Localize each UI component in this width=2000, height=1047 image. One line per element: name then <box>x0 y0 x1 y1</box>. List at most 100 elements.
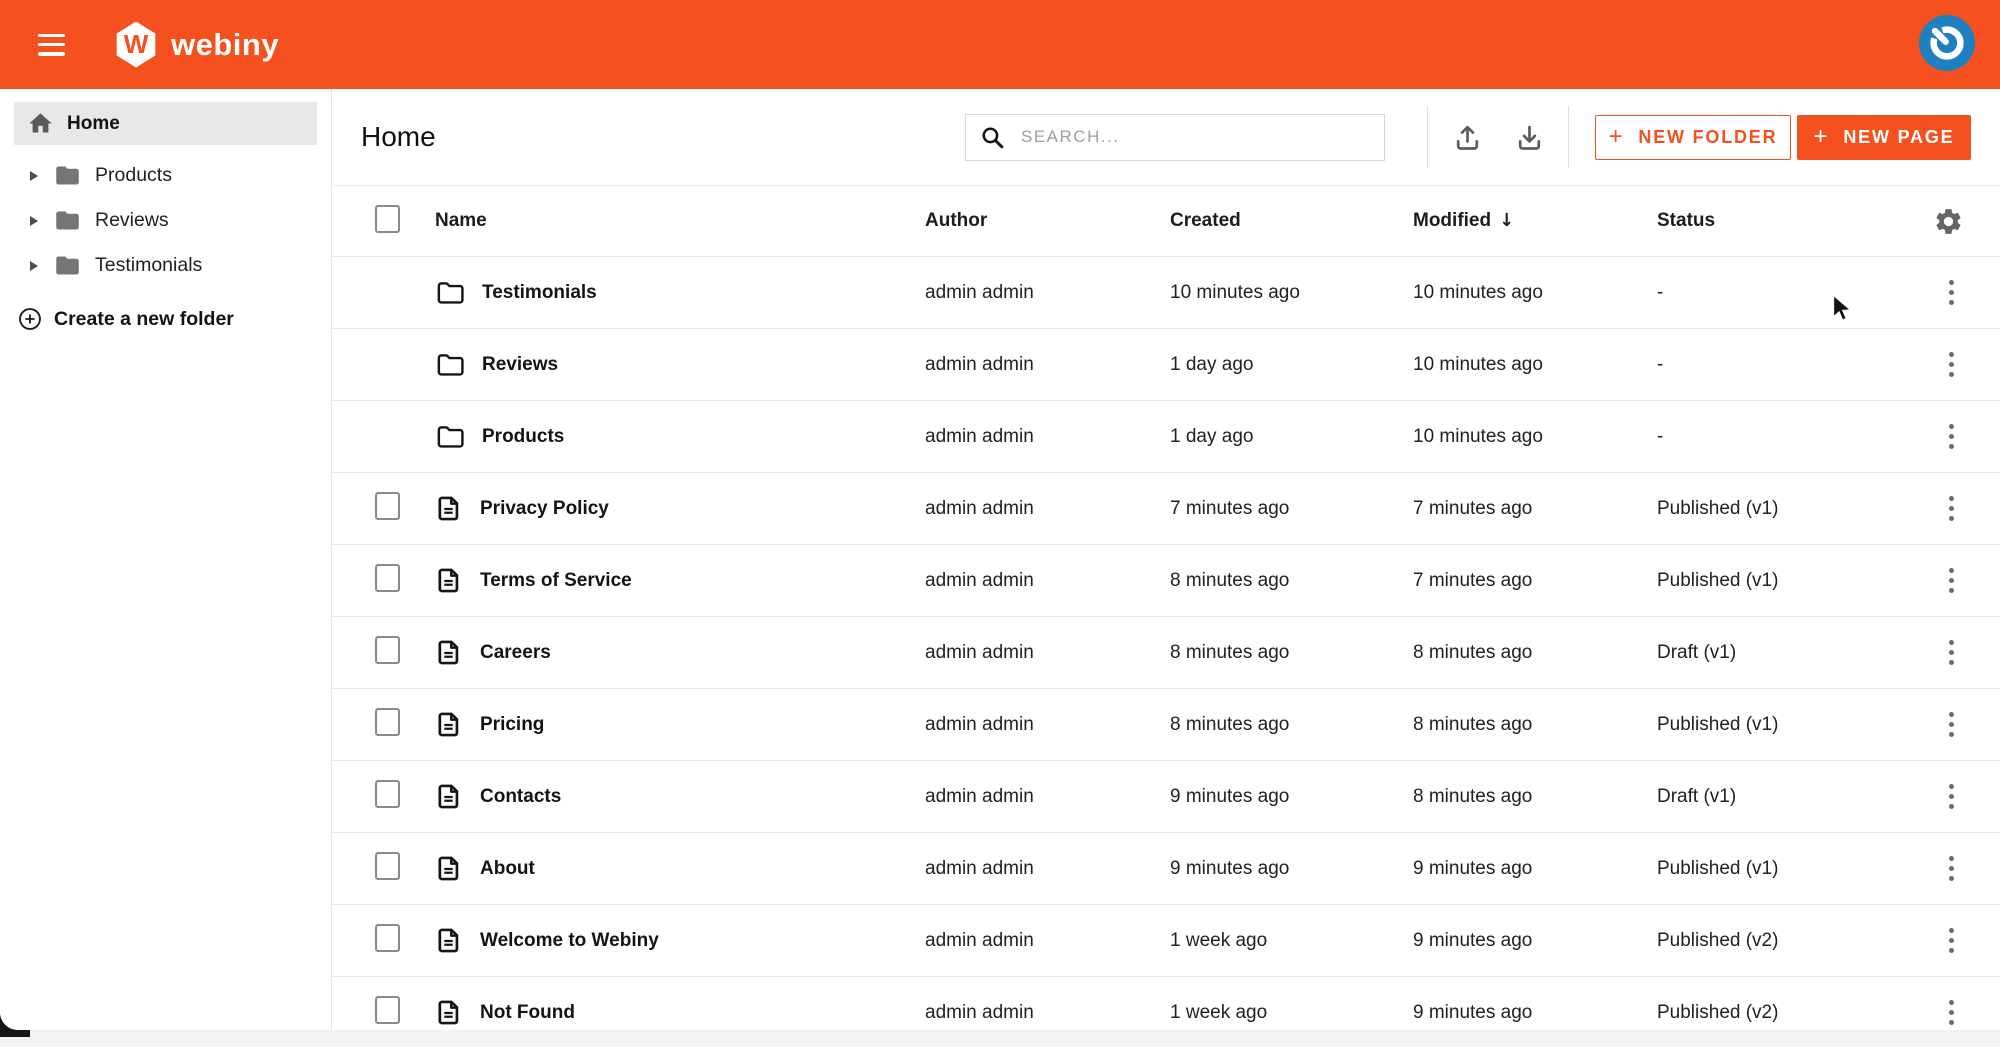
kebab-menu-icon[interactable] <box>1939 706 1965 744</box>
kebab-menu-icon[interactable] <box>1939 490 1965 528</box>
column-header-author[interactable]: Author <box>925 210 1170 232</box>
table-row[interactable]: Reviews admin admin 1 day ago 10 minutes… <box>332 328 2000 400</box>
plus-icon: + <box>1814 123 1830 151</box>
export-button[interactable] <box>1498 106 1560 168</box>
page-icon <box>435 855 462 882</box>
row-created: 8 minutes ago <box>1170 570 1413 592</box>
new-folder-button[interactable]: + NEW FOLDER <box>1595 115 1791 160</box>
row-name[interactable]: Welcome to Webiny <box>480 930 659 952</box>
table-row[interactable]: Testimonials admin admin 10 minutes ago … <box>332 256 2000 328</box>
main-header: Home <box>332 89 2000 186</box>
row-name[interactable]: Terms of Service <box>480 570 632 592</box>
webiny-page-manager: W webiny Home <box>0 0 2000 1047</box>
row-checkbox[interactable] <box>375 780 400 808</box>
header-divider <box>1568 106 1569 168</box>
row-created: 1 day ago <box>1170 354 1413 376</box>
chevron-right-icon[interactable] <box>30 216 38 226</box>
sidebar-folder-item[interactable]: Products <box>0 153 331 198</box>
upload-icon <box>1452 122 1483 153</box>
row-name[interactable]: Privacy Policy <box>480 498 609 520</box>
column-header-created[interactable]: Created <box>1170 210 1413 232</box>
row-modified: 8 minutes ago <box>1413 786 1657 808</box>
folder-filled-icon <box>54 252 81 279</box>
page-icon <box>435 927 462 954</box>
sort-desc-icon: ↓ <box>1499 210 1514 231</box>
table-row[interactable]: Not Found admin admin 1 week ago 9 minut… <box>332 976 2000 1030</box>
row-author: admin admin <box>925 714 1170 736</box>
table-settings-button[interactable] <box>1933 206 1964 237</box>
row-status: Published (v1) <box>1657 858 1899 880</box>
row-checkbox[interactable] <box>375 996 400 1024</box>
chevron-right-icon[interactable] <box>30 171 38 181</box>
kebab-menu-icon[interactable] <box>1939 562 1965 600</box>
menu-icon[interactable] <box>38 34 65 56</box>
row-name[interactable]: Careers <box>480 642 551 664</box>
row-checkbox[interactable] <box>375 852 400 880</box>
user-avatar[interactable] <box>1919 15 1975 71</box>
page-title: Home <box>361 121 436 153</box>
row-status: Published (v2) <box>1657 930 1899 952</box>
row-checkbox[interactable] <box>375 708 400 736</box>
table-row[interactable]: Privacy Policy admin admin 7 minutes ago… <box>332 472 2000 544</box>
row-checkbox[interactable] <box>375 564 400 592</box>
chevron-right-icon[interactable] <box>30 261 38 271</box>
column-header-name[interactable]: Name <box>435 210 925 232</box>
row-name[interactable]: Testimonials <box>482 282 597 304</box>
table-row[interactable]: Terms of Service admin admin 8 minutes a… <box>332 544 2000 616</box>
kebab-menu-icon[interactable] <box>1939 922 1965 960</box>
kebab-menu-icon[interactable] <box>1939 850 1965 888</box>
webiny-logo[interactable]: W webiny <box>115 22 279 68</box>
kebab-menu-icon[interactable] <box>1939 994 1965 1030</box>
table-row[interactable]: Pricing admin admin 8 minutes ago 8 minu… <box>332 688 2000 760</box>
column-header-status[interactable]: Status <box>1657 210 1899 232</box>
row-checkbox[interactable] <box>375 924 400 952</box>
search-input[interactable] <box>1021 127 1370 147</box>
row-created: 9 minutes ago <box>1170 858 1413 880</box>
row-created: 8 minutes ago <box>1170 642 1413 664</box>
table-row[interactable]: Careers admin admin 8 minutes ago 8 minu… <box>332 616 2000 688</box>
row-name[interactable]: Not Found <box>480 1002 575 1024</box>
row-created: 1 week ago <box>1170 1002 1413 1024</box>
row-checkbox[interactable] <box>375 636 400 664</box>
sidebar-folder-item[interactable]: Reviews <box>0 198 331 243</box>
row-status: - <box>1657 282 1899 304</box>
row-name[interactable]: Reviews <box>482 354 558 376</box>
row-created: 9 minutes ago <box>1170 786 1413 808</box>
sidebar-item-home[interactable]: Home <box>14 102 317 145</box>
import-button[interactable] <box>1436 106 1498 168</box>
kebab-menu-icon[interactable] <box>1939 274 1965 312</box>
select-all-checkbox[interactable] <box>375 205 400 233</box>
plus-icon: + <box>1609 123 1625 151</box>
kebab-menu-icon[interactable] <box>1939 634 1965 672</box>
table-row[interactable]: Welcome to Webiny admin admin 1 week ago… <box>332 904 2000 976</box>
kebab-menu-icon[interactable] <box>1939 418 1965 456</box>
row-modified: 9 minutes ago <box>1413 930 1657 952</box>
table-row[interactable]: Contacts admin admin 9 minutes ago 8 min… <box>332 760 2000 832</box>
window-bottom-strip <box>0 1030 2000 1047</box>
row-name[interactable]: Contacts <box>480 786 561 808</box>
create-folder-button[interactable]: Create a new folder <box>0 306 331 332</box>
row-name[interactable]: Pricing <box>480 714 544 736</box>
page-icon <box>435 567 462 594</box>
table-body: Testimonials admin admin 10 minutes ago … <box>332 256 2000 1030</box>
row-modified: 8 minutes ago <box>1413 714 1657 736</box>
webiny-wordmark: webiny <box>171 27 279 63</box>
row-author: admin admin <box>925 426 1170 448</box>
table-row[interactable]: About admin admin 9 minutes ago 9 minute… <box>332 832 2000 904</box>
row-name[interactable]: About <box>480 858 535 880</box>
table-row[interactable]: Products admin admin 1 day ago 10 minute… <box>332 400 2000 472</box>
sidebar-folder-item[interactable]: Testimonials <box>0 243 331 288</box>
home-icon <box>27 110 54 137</box>
row-checkbox[interactable] <box>375 492 400 520</box>
row-created: 1 week ago <box>1170 930 1413 952</box>
column-header-modified[interactable]: Modified↓ <box>1413 210 1657 232</box>
gravatar-power-icon <box>1924 20 1970 66</box>
kebab-menu-icon[interactable] <box>1939 778 1965 816</box>
kebab-menu-icon[interactable] <box>1939 346 1965 384</box>
row-status: Published (v2) <box>1657 1002 1899 1024</box>
folder-icon <box>435 278 464 307</box>
row-name[interactable]: Products <box>482 426 564 448</box>
gear-icon <box>1933 206 1964 237</box>
new-page-button[interactable]: + NEW PAGE <box>1797 115 1971 160</box>
row-status: Draft (v1) <box>1657 786 1899 808</box>
